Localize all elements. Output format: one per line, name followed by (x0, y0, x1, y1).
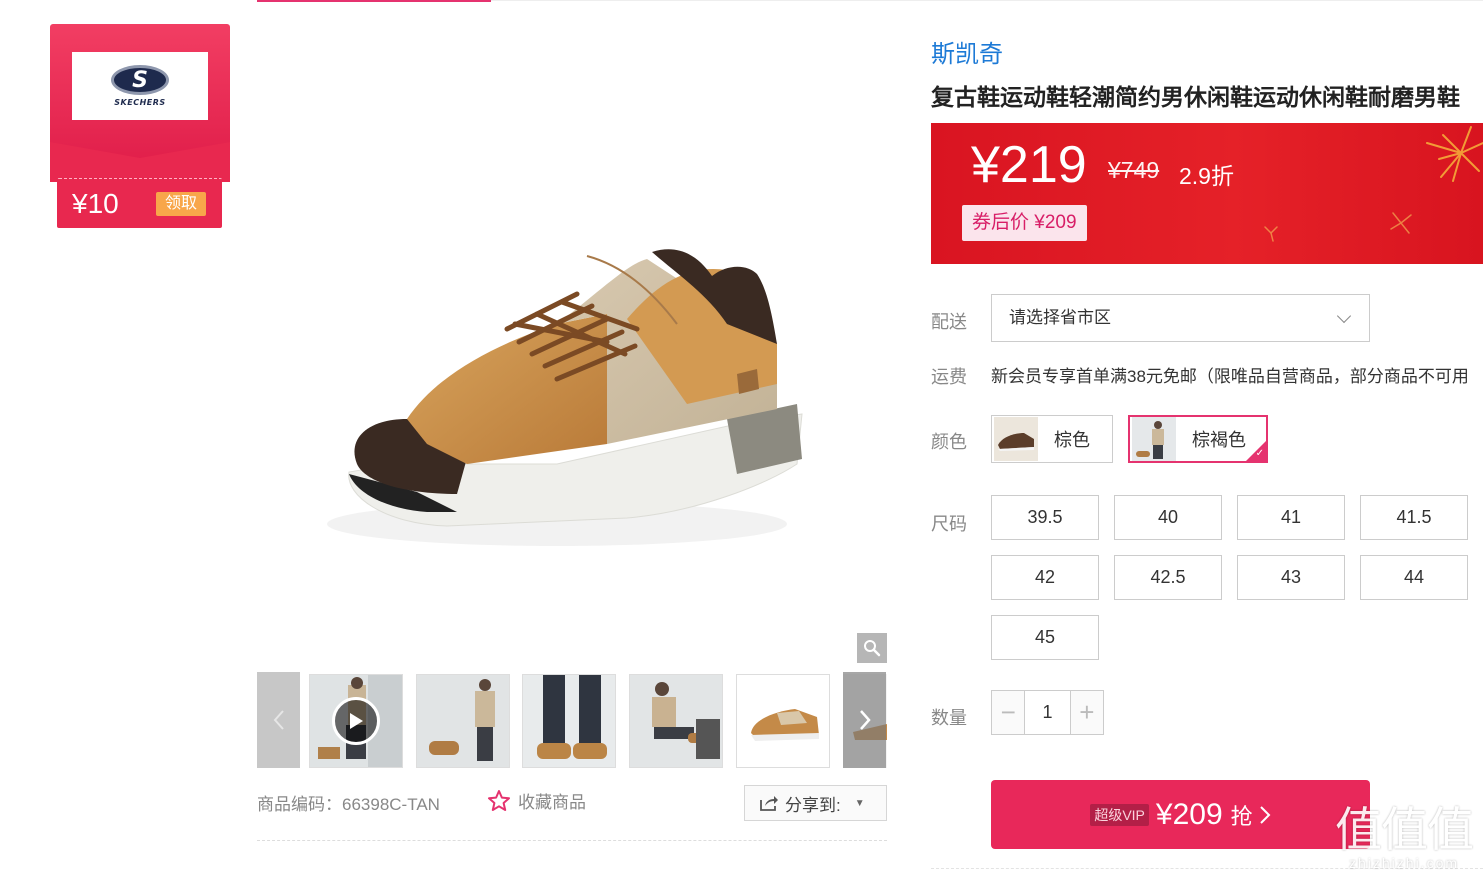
size-label: 尺码 (931, 514, 967, 534)
tan-shoe-swatch (1132, 417, 1176, 461)
after-coupon-price: 券后价 ¥209 (962, 205, 1087, 241)
favorite-label: 收藏商品 (518, 793, 586, 812)
size-option[interactable]: 41.5 (1360, 495, 1468, 540)
quantity-increase-button[interactable]: + (1070, 691, 1103, 734)
brand-link[interactable]: 斯凯奇 (931, 34, 1003, 69)
zoom-button[interactable] (857, 633, 887, 663)
super-vip-badge: 超级VIP (1090, 803, 1149, 826)
size-option[interactable]: 43 (1237, 555, 1345, 600)
brand-logo-text: SKECHERS (114, 98, 166, 107)
top-divider (491, 0, 1483, 1)
size-option[interactable]: 42 (991, 555, 1099, 600)
chevron-right-icon (1259, 805, 1271, 824)
discount-rate: 2.9折 (1179, 163, 1234, 189)
size-option[interactable]: 45 (991, 615, 1099, 660)
magnifier-icon (864, 640, 881, 657)
caret-down-icon: ▼ (854, 797, 865, 809)
brown-shoe-swatch (994, 417, 1038, 461)
check-icon: ✓ (1255, 448, 1264, 459)
buy-now-button[interactable]: 超级VIP ¥209 抢 (991, 780, 1370, 849)
region-select[interactable]: 请选择省市区 (991, 294, 1370, 342)
buy-action-label: 抢 (1230, 803, 1253, 829)
claim-coupon-button[interactable]: 领取 (156, 192, 206, 216)
coupon-amount: ¥10 (72, 188, 119, 219)
size-option[interactable]: 41 (1237, 495, 1345, 540)
quantity-label: 数量 (931, 708, 967, 728)
product-code: 商品编码：66398C-TAN (257, 795, 440, 814)
size-option[interactable]: 39.5 (991, 495, 1099, 540)
share-icon (760, 796, 778, 811)
favorite-button[interactable]: 收藏商品 (487, 788, 586, 813)
watermark: 值值值 zhizhizhi.com (1335, 803, 1474, 872)
star-icon (488, 789, 510, 811)
watermark-mark: 值值值 (1335, 803, 1474, 856)
size-option[interactable]: 40 (1114, 495, 1222, 540)
thumbnail-4[interactable] (629, 674, 723, 768)
model-photo (630, 675, 722, 767)
store-coupon[interactable]: S SKECHERS ¥10 领取 (50, 24, 230, 228)
price-banner: ¥219 ¥749 2.9折 券后价 ¥209 (931, 123, 1483, 264)
main-product-image[interactable] (257, 24, 887, 664)
product-title: 复古鞋运动鞋轻潮简约男休闲鞋运动休闲鞋耐磨男鞋 (931, 84, 1460, 110)
color-option-brown[interactable]: 棕色 (991, 415, 1113, 463)
skechers-s-logo-icon: S (111, 65, 169, 95)
active-tab-indicator (257, 0, 491, 2)
thumbnail-video[interactable] (309, 674, 403, 768)
current-price: ¥219 (971, 136, 1087, 194)
brand-logo: S SKECHERS (72, 52, 208, 120)
watermark-site: zhizhizhi.com (1348, 855, 1460, 871)
thumbnail-3[interactable] (522, 674, 616, 768)
play-video-button[interactable] (332, 697, 380, 745)
delivery-label: 配送 (931, 312, 967, 332)
chevron-down-icon (1336, 308, 1352, 324)
chevron-left-icon (273, 710, 284, 730)
chevron-right-icon (859, 710, 871, 730)
quantity-stepper: − 1 + (991, 690, 1104, 735)
quantity-decrease-button[interactable]: − (992, 691, 1025, 734)
thumbnail-5[interactable] (736, 674, 830, 768)
shoe-photo (737, 675, 829, 767)
share-dropdown[interactable]: 分享到: ▼ (744, 785, 887, 821)
model-photo (417, 675, 509, 767)
size-option[interactable]: 44 (1360, 555, 1468, 600)
shipping-info: 新会员专享首单满38元免邮（限唯品自营商品，部分商品不可用 (991, 367, 1469, 386)
buy-price: ¥209 (1155, 797, 1223, 831)
play-icon (350, 713, 363, 729)
shipping-label: 运费 (931, 367, 967, 387)
thumbnail-next-button[interactable] (843, 672, 886, 768)
sneaker-image (327, 249, 803, 546)
thumbnail-2[interactable] (416, 674, 510, 768)
share-label: 分享到: (785, 795, 841, 815)
thumbnail-prev-button[interactable] (257, 672, 300, 768)
original-price: ¥749 (1108, 157, 1160, 183)
size-option[interactable]: 42.5 (1114, 555, 1222, 600)
region-placeholder: 请选择省市区 (1009, 308, 1111, 327)
gallery-divider (257, 840, 887, 841)
model-photo (523, 675, 615, 767)
color-option-label: 棕色 (1054, 430, 1090, 450)
color-label: 颜色 (931, 432, 967, 452)
color-option-label: 棕褐色 (1192, 430, 1246, 450)
coupon-body: ¥10 领取 (57, 178, 222, 228)
color-option-tan[interactable]: 棕褐色 ✓ (1128, 415, 1268, 463)
quantity-value[interactable]: 1 (1024, 691, 1071, 734)
